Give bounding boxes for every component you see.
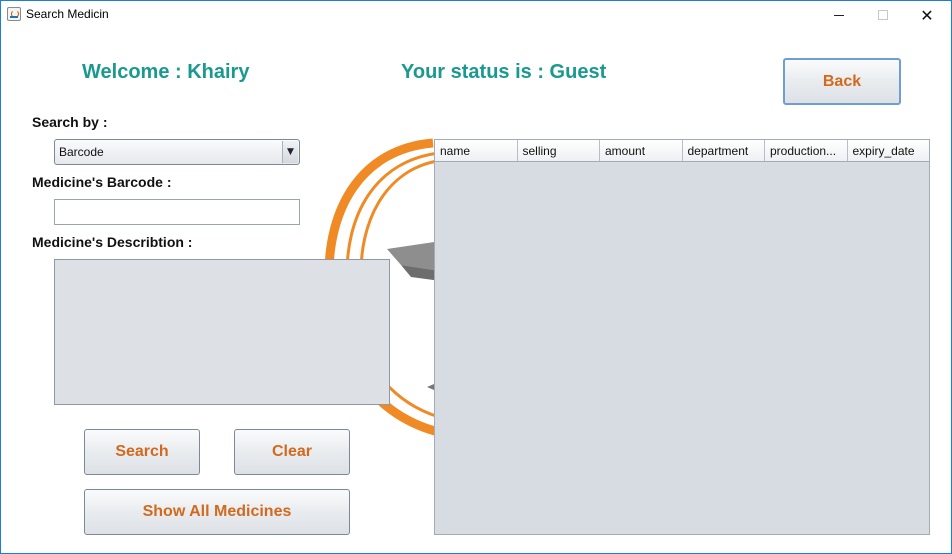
search-by-label: Search by :	[32, 114, 108, 130]
java-icon	[7, 7, 21, 21]
search-by-select[interactable]: Barcode ▼	[54, 139, 300, 165]
close-button[interactable]: ✕	[904, 1, 950, 29]
barcode-input[interactable]	[54, 199, 300, 225]
search-button[interactable]: Search	[84, 429, 200, 475]
column-header-selling[interactable]: selling	[518, 140, 600, 161]
minimize-button[interactable]	[816, 1, 862, 29]
chevron-down-icon[interactable]: ▼	[282, 141, 298, 163]
column-header-production[interactable]: production...	[765, 140, 848, 161]
maximize-icon	[878, 10, 888, 20]
title-bar[interactable]: Search Medicin ✕	[1, 1, 951, 29]
search-by-selected-value: Barcode	[59, 145, 104, 159]
app-window: Search Medicin ✕ Welcome : Khairy Your s…	[0, 0, 952, 554]
description-textarea[interactable]	[54, 259, 390, 405]
minimize-icon	[834, 14, 844, 16]
column-header-amount[interactable]: amount	[600, 140, 683, 161]
window-title: Search Medicin	[26, 7, 109, 21]
welcome-text: Welcome : Khairy	[82, 61, 250, 83]
column-header-expiry-date[interactable]: expiry_date	[848, 140, 930, 161]
column-header-name[interactable]: name	[435, 140, 518, 161]
barcode-label: Medicine's Barcode :	[32, 174, 172, 190]
description-label: Medicine's Describtion :	[32, 234, 193, 250]
medicines-table[interactable]: name selling amount department productio…	[434, 139, 930, 535]
table-header: name selling amount department productio…	[435, 140, 929, 162]
column-header-department[interactable]: department	[683, 140, 765, 161]
maximize-button[interactable]	[860, 1, 906, 29]
status-text: Your status is : Guest	[401, 61, 607, 83]
back-button[interactable]: Back	[783, 58, 901, 105]
show-all-medicines-button[interactable]: Show All Medicines	[84, 489, 350, 535]
clear-button[interactable]: Clear	[234, 429, 350, 475]
